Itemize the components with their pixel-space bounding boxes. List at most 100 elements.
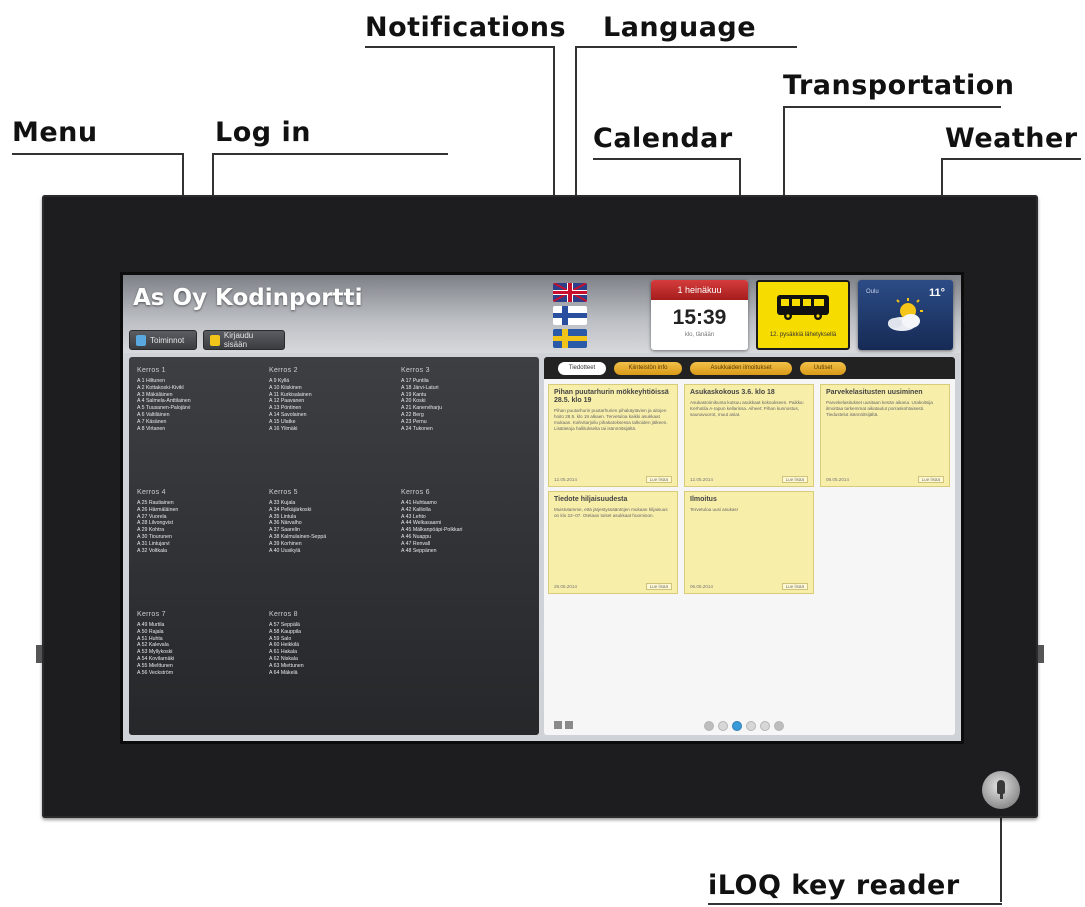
tab-property-info[interactable]: Kiinteistön info <box>614 362 682 375</box>
transportation-widget[interactable]: 12. pysäkkiä lähetyksellä <box>756 280 850 350</box>
resident-item[interactable]: A 40 Uusikylä <box>269 548 399 555</box>
notice-body: Muistutamme, että järjestyssääntöjen muk… <box>554 507 668 518</box>
resident-item[interactable]: A 6 Valtiläinen <box>137 412 267 419</box>
resident-item[interactable]: A 47 Renvall <box>401 541 531 548</box>
language-swedish-flag[interactable] <box>553 329 587 348</box>
notice-card[interactable]: Asukaskokous 3.6. klo 18 Asukastoimikunt… <box>684 384 814 487</box>
resident-item[interactable]: A 39 Korhinen <box>269 541 399 548</box>
resident-item[interactable]: A 10 Kiiskinen <box>269 385 399 392</box>
resident-item[interactable]: A 64 Mäkelä <box>269 670 399 677</box>
resident-item[interactable]: A 56 Veckström <box>137 670 267 677</box>
notice-card[interactable]: Pihan puutarhurin mökkeyhtiöissä 28.5. k… <box>548 384 678 487</box>
previous-page-button[interactable] <box>704 721 714 731</box>
resident-item[interactable]: A 45 Mälkanpöäpi-Polkkari <box>401 527 531 534</box>
resident-item[interactable]: A 12 Paavanen <box>269 398 399 405</box>
resident-item[interactable]: A 9 Kyllä <box>269 378 399 385</box>
read-more-button[interactable]: Lue lisää <box>781 476 808 483</box>
tab-news[interactable]: Uutiset <box>800 362 846 375</box>
notification-tabs: Tiedotteet Kiinteistön info Asukkaiden i… <box>544 357 955 379</box>
read-more-button[interactable]: Lue lisää <box>781 583 808 590</box>
resident-item[interactable]: A 48 Seppänen <box>401 548 531 555</box>
resident-item[interactable]: A 11 Kurkisalainen <box>269 392 399 399</box>
lock-icon <box>210 334 220 346</box>
resident-item[interactable]: A 30 Tiourunen <box>137 534 267 541</box>
menu-button[interactable]: Toiminnot <box>129 330 197 350</box>
read-more-button[interactable]: Lue lisää <box>645 476 672 483</box>
resident-item[interactable]: A 59 Salo <box>269 636 399 643</box>
resident-item[interactable]: A 8 Virtanen <box>137 426 267 433</box>
resident-item[interactable]: A 21 Kanerviharju <box>401 405 531 412</box>
next-page-button[interactable] <box>774 721 784 731</box>
resident-item[interactable]: A 38 Kalmulainen-Seppä <box>269 534 399 541</box>
resident-item[interactable]: A 33 Kujala <box>269 500 399 507</box>
resident-item[interactable]: A 57 Seppälä <box>269 622 399 629</box>
resident-item[interactable]: A 27 Vuorela <box>137 514 267 521</box>
resident-item[interactable]: A 52 Kalevala <box>137 642 267 649</box>
calendar-widget[interactable]: 1 heinäkuu 15:39 klo, tänään <box>651 280 748 350</box>
resident-item[interactable]: A 34 Pelkäjärkoski <box>269 507 399 514</box>
resident-item[interactable]: A 29 Kohtra <box>137 527 267 534</box>
resident-item[interactable]: A 50 Rajala <box>137 629 267 636</box>
resident-item[interactable]: A 61 Hakala <box>269 649 399 656</box>
tab-announcements[interactable]: Tiedotteet <box>558 362 606 375</box>
resident-item[interactable]: A 15 Ulatke <box>269 419 399 426</box>
resident-item[interactable]: A 32 Voltkala <box>137 548 267 555</box>
grid-view-icon[interactable] <box>554 721 562 729</box>
resident-item[interactable]: A 25 Rautiainen <box>137 500 267 507</box>
language-finnish-flag[interactable] <box>553 306 587 325</box>
resident-item[interactable]: A 46 Nuappu <box>401 534 531 541</box>
resident-item[interactable]: A 62 Niskala <box>269 656 399 663</box>
resident-item[interactable]: A 16 Ylimäki <box>269 426 399 433</box>
resident-item[interactable]: A 19 Kantu <box>401 392 531 399</box>
resident-item[interactable]: A 24 Tukonen <box>401 426 531 433</box>
resident-item[interactable]: A 3 Mäkäläinen <box>137 392 267 399</box>
tab-resident-notices[interactable]: Asukkaiden ilmoitukset <box>690 362 792 375</box>
notice-card[interactable]: Tiedote hiljaisuudesta Muistutamme, että… <box>548 491 678 594</box>
weather-widget[interactable]: Oulu 11° <box>858 280 953 350</box>
resident-item[interactable]: A 51 Huhta <box>137 636 267 643</box>
language-english-flag[interactable] <box>553 283 587 302</box>
resident-item[interactable]: A 26 Härmäläinen <box>137 507 267 514</box>
iloq-key-reader[interactable] <box>982 771 1020 809</box>
resident-item[interactable]: A 35 Lintula <box>269 514 399 521</box>
list-view-icon[interactable] <box>565 721 573 729</box>
page-dot[interactable] <box>760 721 770 731</box>
resident-item[interactable]: A 49 Murtila <box>137 622 267 629</box>
resident-item[interactable]: A 41 Huhtaamo <box>401 500 531 507</box>
page-dot-active[interactable] <box>732 721 742 731</box>
resident-item[interactable]: A 18 Järvi-Laturi <box>401 385 531 392</box>
resident-item[interactable]: A 43 Lehto <box>401 514 531 521</box>
resident-item[interactable]: A 63 Miettunen <box>269 663 399 670</box>
resident-item[interactable]: A 44 Welkasaarni <box>401 520 531 527</box>
resident-item[interactable]: A 17 Puntila <box>401 378 531 385</box>
read-more-button[interactable]: Lue lisää <box>917 476 944 483</box>
resident-item[interactable]: A 4 Salmela-Anttilainen <box>137 398 267 405</box>
key-slot-icon <box>997 780 1005 794</box>
resident-item[interactable]: A 2 Kottakoski-Kivikl <box>137 385 267 392</box>
resident-item[interactable]: A 53 Myllykoski <box>137 649 267 656</box>
resident-item[interactable]: A 14 Savolainen <box>269 412 399 419</box>
resident-item[interactable]: A 58 Kauppila <box>269 629 399 636</box>
resident-item[interactable]: A 55 Mielttunen <box>137 663 267 670</box>
read-more-button[interactable]: Lue lisää <box>645 583 672 590</box>
partly-cloudy-icon <box>888 298 923 331</box>
resident-item[interactable]: A 1 Hiltunen <box>137 378 267 385</box>
resident-item[interactable]: A 23 Pernu <box>401 419 531 426</box>
resident-item[interactable]: A 20 Koski <box>401 398 531 405</box>
page-dot[interactable] <box>718 721 728 731</box>
resident-item[interactable]: A 54 Kovilarnäki <box>137 656 267 663</box>
resident-item[interactable]: A 13 Pöntinen <box>269 405 399 412</box>
resident-item[interactable]: A 37 Saarelin <box>269 527 399 534</box>
resident-item[interactable]: A 36 Närvalho <box>269 520 399 527</box>
notice-card[interactable]: Ilmoitus Tervetuloa uusi asukas! 06.05.2… <box>684 491 814 594</box>
resident-item[interactable]: A 60 Heikkilä <box>269 642 399 649</box>
resident-item[interactable]: A 42 Kalliolla <box>401 507 531 514</box>
resident-item[interactable]: A 5 Tuusanen-Palojärvi <box>137 405 267 412</box>
resident-item[interactable]: A 22 Berg <box>401 412 531 419</box>
resident-item[interactable]: A 31 Lintujarvi <box>137 541 267 548</box>
notice-card[interactable]: Parvekelasitusten uusiminen Parvekelasit… <box>820 384 950 487</box>
resident-item[interactable]: A 7 Käsänen <box>137 419 267 426</box>
login-button[interactable]: Kirjaudu sisään <box>203 330 285 350</box>
resident-item[interactable]: A 28 Lilvongvist <box>137 520 267 527</box>
page-dot[interactable] <box>746 721 756 731</box>
